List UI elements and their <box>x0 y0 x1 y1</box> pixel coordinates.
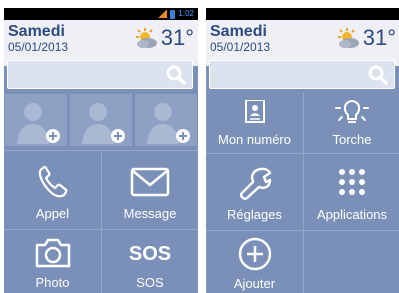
add-tile[interactable]: Ajouter <box>206 231 303 291</box>
plus-circle-icon <box>238 237 271 271</box>
temperature: 31° <box>362 25 396 50</box>
my-number-label: Mon numéro <box>218 132 291 147</box>
photo-label: Photo <box>35 275 70 290</box>
call-label: Appel <box>35 206 70 221</box>
applications-tile[interactable]: Applications <box>304 154 399 222</box>
favorite-contact-slot-1[interactable] <box>5 94 67 146</box>
weather-sun-cloud-icon <box>337 28 359 48</box>
photo-tile[interactable]: Photo <box>4 230 101 290</box>
bulb-icon <box>335 100 369 123</box>
weather-sun-cloud-icon <box>135 28 157 48</box>
phone-icon <box>38 165 67 198</box>
home-screen-page-1: 1:02 Samedi 05/01/2013 31° Appel Message… <box>4 8 198 293</box>
torch-label: Torche <box>332 132 372 147</box>
search-icon[interactable] <box>368 65 388 85</box>
status-bar <box>206 8 399 20</box>
torch-tile[interactable]: Torche <box>304 92 399 147</box>
day-name: Samedi <box>210 23 267 40</box>
favorite-contact-slot-2[interactable] <box>70 94 132 146</box>
settings-label: Réglages <box>227 207 282 222</box>
home-screen-page-2: Samedi 05/01/2013 31° Mon numéro Torche … <box>206 8 399 293</box>
settings-tile[interactable]: Réglages <box>206 154 303 222</box>
day-name: Samedi <box>8 23 65 40</box>
message-tile[interactable]: Message <box>102 151 198 221</box>
search-bar[interactable] <box>209 60 395 89</box>
sos-label: SOS <box>136 275 164 290</box>
add-label: Ajouter <box>233 276 276 291</box>
sos-tile[interactable]: SOS SOS <box>102 230 198 290</box>
search-bar[interactable] <box>7 60 193 89</box>
sos-icon: SOS <box>128 243 172 265</box>
add-contact-icon <box>82 103 125 144</box>
battery-icon <box>170 9 176 19</box>
id-card-icon <box>244 100 265 123</box>
applications-label: Applications <box>316 207 388 222</box>
status-bar: 1:02 <box>4 8 198 20</box>
camera-icon <box>35 238 70 268</box>
date-text: 05/01/2013 <box>210 40 271 54</box>
grid-icon <box>339 169 365 195</box>
add-contact-icon <box>147 103 190 144</box>
mail-icon <box>130 167 170 197</box>
temperature: 31° <box>160 25 194 50</box>
my-number-tile[interactable]: Mon numéro <box>206 92 303 147</box>
wrench-icon <box>239 167 271 200</box>
date-text: 05/01/2013 <box>8 40 69 54</box>
status-time: 1:02 <box>178 9 194 18</box>
search-icon[interactable] <box>166 65 186 85</box>
message-label: Message <box>123 206 177 221</box>
signal-icon <box>158 10 168 18</box>
add-contact-icon <box>17 103 60 144</box>
call-tile[interactable]: Appel <box>4 151 101 221</box>
favorite-contact-slot-3[interactable] <box>135 94 197 146</box>
